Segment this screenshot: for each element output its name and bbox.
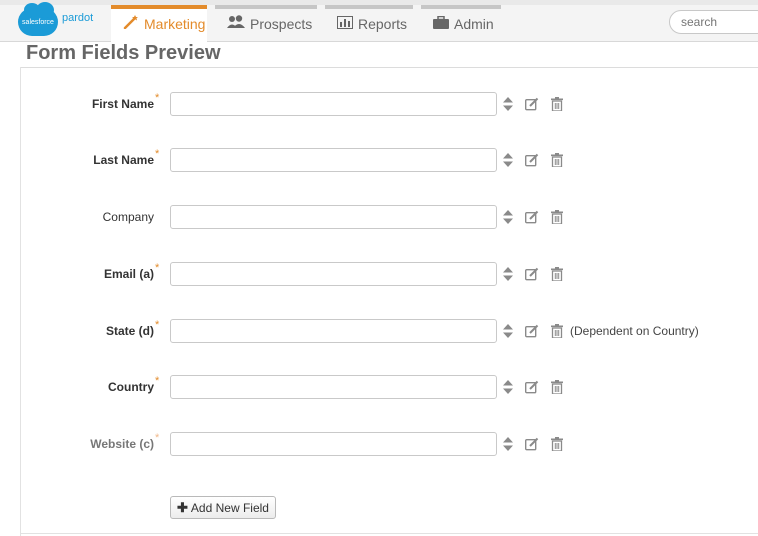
edit-icon[interactable] [524, 378, 540, 396]
trash-icon[interactable] [549, 151, 565, 169]
tab-prospects[interactable]: Prospects [215, 5, 317, 42]
top-navigation: salesforce pardot Marketing Prospects Re… [0, 0, 758, 42]
field-label: Company [102, 210, 154, 224]
content-left-border [20, 67, 21, 536]
bar-chart-icon [337, 15, 353, 32]
website-field[interactable] [170, 432, 497, 456]
required-marker: * [155, 92, 160, 104]
state-field[interactable] [170, 319, 497, 343]
sort-icon[interactable] [500, 265, 516, 283]
field-label: Last Name [93, 153, 154, 167]
sort-icon[interactable] [500, 95, 516, 113]
pardot-logo[interactable]: salesforce pardot [18, 2, 94, 36]
form-field-row: Email (a) * [0, 262, 758, 286]
form-field-row: Last Name * [0, 148, 758, 172]
company-field[interactable] [170, 205, 497, 229]
email-field[interactable] [170, 262, 497, 286]
edit-icon[interactable] [524, 322, 540, 340]
logo-text: pardot [62, 12, 94, 24]
sort-icon[interactable] [500, 322, 516, 340]
plus-icon: ✚ [177, 499, 188, 515]
field-label: Website (c) [90, 437, 154, 451]
title-divider [20, 67, 758, 68]
trash-icon[interactable] [549, 208, 565, 226]
page-title: Form Fields Preview [26, 42, 221, 64]
tab-marketing[interactable]: Marketing [111, 5, 207, 42]
sort-icon[interactable] [500, 435, 516, 453]
tab-reports[interactable]: Reports [325, 5, 413, 42]
dependency-note: (Dependent on Country) [570, 324, 699, 338]
people-icon [227, 15, 245, 32]
trash-icon[interactable] [549, 265, 565, 283]
form-field-row: Country * [0, 375, 758, 399]
magic-wand-icon [123, 15, 139, 32]
field-label: First Name [91, 97, 154, 111]
edit-icon[interactable] [524, 208, 540, 226]
salesforce-cloud-logo: salesforce [18, 2, 58, 36]
sort-icon[interactable] [500, 151, 516, 169]
briefcase-icon [433, 15, 449, 32]
add-new-field-button[interactable]: ✚ Add New Field [170, 496, 276, 519]
tab-label: Reports [358, 15, 408, 32]
country-field[interactable] [170, 375, 497, 399]
edit-icon[interactable] [524, 95, 540, 113]
required-marker: * [155, 148, 160, 160]
sort-icon[interactable] [500, 208, 516, 226]
tab-label: Marketing [144, 15, 206, 32]
field-label: Country [108, 380, 154, 394]
first-name-field[interactable] [170, 92, 497, 116]
required-marker: * [155, 319, 160, 331]
required-marker: * [155, 375, 160, 387]
form-field-row: First Name * [0, 92, 758, 116]
trash-icon[interactable] [549, 378, 565, 396]
required-marker: * [155, 262, 160, 274]
tab-admin[interactable]: Admin [421, 5, 501, 42]
edit-icon[interactable] [524, 265, 540, 283]
edit-icon[interactable] [524, 151, 540, 169]
form-field-row: State (d) * (Dependent on Country) [0, 319, 758, 343]
trash-icon[interactable] [549, 435, 565, 453]
trash-icon[interactable] [549, 95, 565, 113]
last-name-field[interactable] [170, 148, 497, 172]
trash-icon[interactable] [549, 322, 565, 340]
field-label: State (d) [106, 324, 154, 338]
sort-icon[interactable] [500, 378, 516, 396]
content-bottom-border [20, 533, 758, 534]
tab-label: Admin [454, 15, 494, 32]
tab-label: Prospects [250, 15, 313, 32]
edit-icon[interactable] [524, 435, 540, 453]
search-input[interactable] [669, 10, 758, 34]
form-field-row: Website (c) * [0, 432, 758, 456]
required-marker: * [155, 432, 160, 444]
field-label: Email (a) [103, 267, 154, 281]
add-button-label: Add New Field [190, 500, 269, 515]
form-field-row: Company [0, 205, 758, 229]
